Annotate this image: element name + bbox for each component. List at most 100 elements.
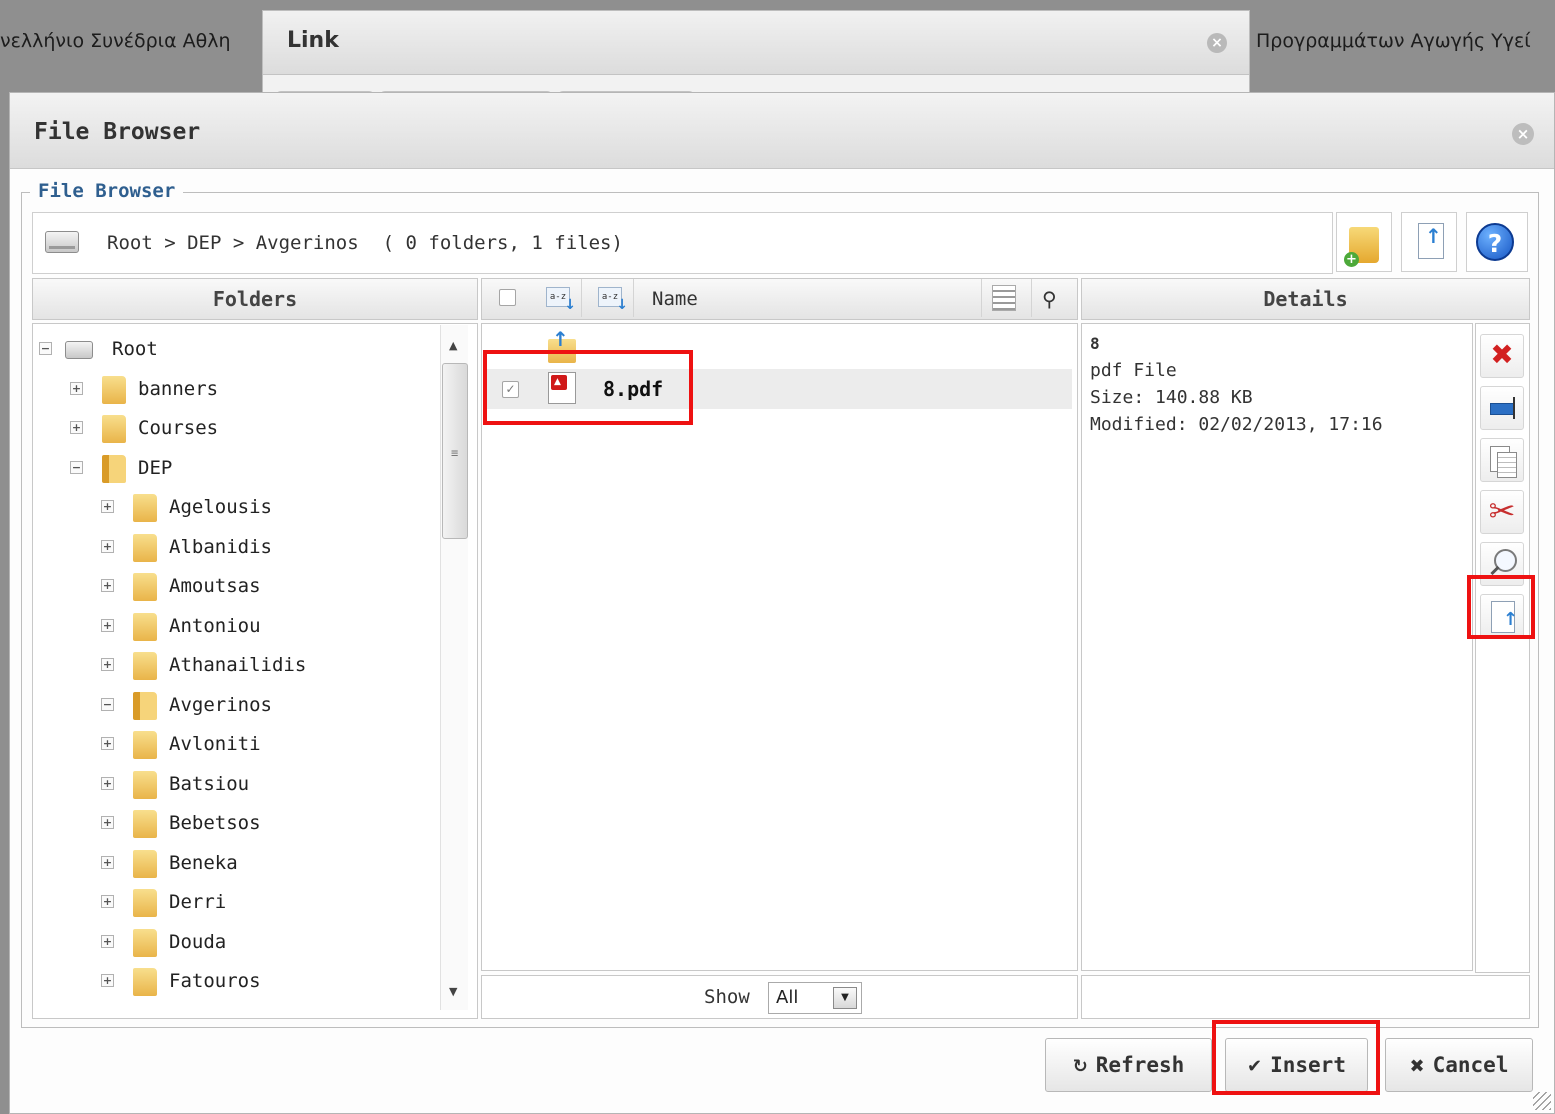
upload-icon [1418,223,1444,259]
show-filter-select[interactable]: All ▼ [768,982,862,1014]
highlight-box [1212,1020,1380,1095]
sort-ascending-button[interactable]: a-z [540,279,582,317]
folder-icon [133,810,157,838]
scrollbar-thumb[interactable]: ≡ [442,363,468,539]
refresh-button[interactable]: ↻ Refresh [1045,1038,1212,1092]
details-file-size: Size: 140.88 KB [1090,387,1253,408]
tree-item-label: Courses [138,417,219,439]
delete-icon[interactable]: ✖ [1480,334,1524,378]
folder-icon [133,849,157,878]
details-column-header: Details [1081,278,1530,320]
dropdown-arrow-icon[interactable]: ▼ [833,987,857,1009]
show-label: Show [704,986,750,1008]
sort-descending-button[interactable]: a-z [592,279,634,317]
expand-icon[interactable]: + [101,816,114,829]
up-arrow-icon: ↑ [552,327,569,351]
link-dialog-title: Link [287,28,339,53]
folder-tree: − Root + banners + Courses − DEP + Agelousis + Al… [32,323,478,1019]
details-footer [1081,975,1530,1019]
expand-icon[interactable]: + [101,974,114,987]
path-bar: Root > DEP > Avgerinos ( 0 folders, 1 fil… [32,212,1333,274]
cancel-button[interactable]: ✖ Cancel [1385,1038,1533,1092]
copy-icon[interactable] [1480,438,1524,482]
highlight-box [483,350,693,425]
folder-icon [102,415,126,443]
grip-icon: ≡ [451,446,459,460]
sort-az-icon: a-z [546,287,576,312]
breadcrumb[interactable]: Root > DEP > Avgerinos [107,232,359,254]
expand-icon[interactable]: + [101,855,114,869]
help-button[interactable]: ? [1466,212,1528,272]
details-file-type: pdf File [1090,360,1177,381]
cancel-icon: ✖ [1409,1056,1425,1077]
background-heading-right: Προγραμμάτων Αγωγής Υγεί [1256,30,1531,52]
highlight-box [1467,575,1535,639]
expand-icon[interactable]: + [101,579,114,592]
expand-icon[interactable]: + [70,421,83,434]
search-button[interactable]: ⚲ [1031,279,1075,317]
folder-file-count: ( 0 folders, 1 files) [382,232,623,254]
collapse-icon[interactable]: − [70,460,83,474]
folder-icon [102,375,126,404]
collapse-icon[interactable]: − [39,342,52,355]
resize-handle[interactable] [1533,1092,1551,1110]
tree-item-label: Derri [169,891,227,913]
show-filter-bar: Show All ▼ [481,975,1078,1019]
tree-item-label: Beneka [169,851,238,874]
upload-button[interactable] [1401,212,1457,272]
new-folder-button[interactable] [1336,212,1392,272]
details-text: 8 pdf File Size: 140.88 KB Modified: 02/… [1090,330,1383,438]
expand-icon[interactable]: + [101,737,114,750]
expand-icon[interactable]: + [70,381,83,395]
folder-icon [133,533,157,562]
folder-icon [133,731,157,759]
refresh-label: Refresh [1095,1053,1185,1077]
help-icon: ? [1476,223,1514,261]
file-actions-toolbar: ✖ ✂ [1475,323,1530,973]
close-icon[interactable]: × [1512,123,1534,145]
expand-icon[interactable]: + [101,934,114,948]
file-browser-title: File Browser [34,119,201,145]
expand-icon[interactable]: + [101,618,114,632]
cancel-label: Cancel [1432,1053,1509,1077]
name-column-label[interactable]: Name [652,288,698,310]
show-filter-value: All [776,987,799,1008]
binoculars-icon: ⚲ [1042,287,1057,311]
tree-item-label: Fatouros [169,970,261,992]
close-icon[interactable]: × [1207,33,1227,53]
expand-icon[interactable]: + [101,658,114,671]
tree-item-label: Bebetsos [169,812,261,834]
sort-za-icon: a-z [598,287,628,312]
select-all-checkbox[interactable] [499,289,516,306]
drive-icon [65,341,93,359]
expand-icon[interactable]: + [101,500,114,513]
tree-item-label: Batsiou [169,772,250,795]
tree-item-label: Amoutsas [169,575,261,597]
tree-item-label: Antoniou [169,614,261,637]
folder-icon [133,691,157,720]
expand-icon[interactable]: + [101,895,114,908]
link-dialog-header: Link × [263,11,1249,75]
folder-tree-scrollbar[interactable]: ▲ ≡ ▼ [440,325,468,1010]
file-browser-header: File Browser × [10,93,1554,169]
tree-item-label: Avgerinos [169,693,272,716]
folders-column-header: Folders [32,278,478,320]
background-heading-left: νελλήνιο Συνέδρια Αθλη [0,30,231,52]
tree-item-label: DEP [138,456,173,479]
collapse-icon[interactable]: − [101,697,114,711]
tree-item-label: Root [112,338,158,360]
link-dialog: Link × [262,10,1250,105]
folder-icon [133,652,157,680]
refresh-icon: ↻ [1072,1056,1088,1077]
expand-icon[interactable]: + [101,539,114,553]
tree-item-label: Albanidis [169,535,272,558]
scroll-down-icon[interactable]: ▼ [449,985,457,998]
scroll-up-icon[interactable]: ▲ [449,339,457,352]
rename-icon[interactable] [1480,386,1524,430]
list-view-button[interactable] [981,279,1025,317]
folder-icon [133,573,157,601]
expand-icon[interactable]: + [101,776,114,790]
details-file-title: 8 [1090,334,1100,353]
folder-icon [133,889,157,917]
cut-icon[interactable]: ✂ [1480,490,1524,534]
